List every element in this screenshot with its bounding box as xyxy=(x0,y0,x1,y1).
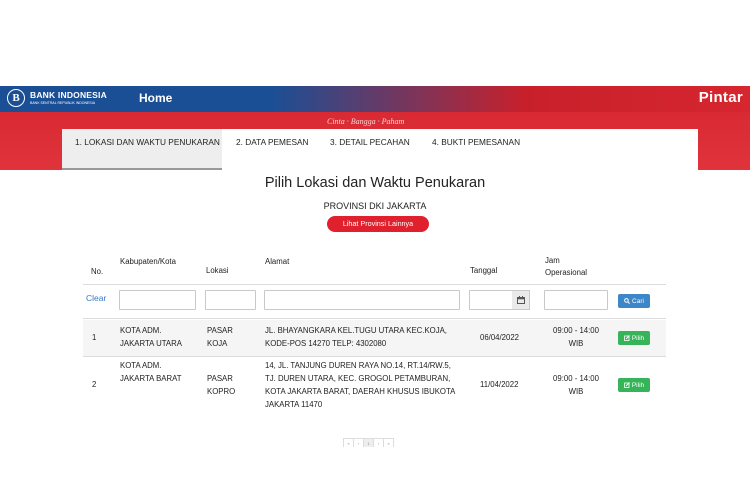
row-divider xyxy=(83,356,666,357)
row-tanggal: 11/04/2022 xyxy=(480,380,519,389)
search-button[interactable]: Cari xyxy=(618,294,650,308)
filter-alamat-input[interactable] xyxy=(264,290,460,310)
select-button-label: Pilih xyxy=(631,381,645,389)
page-last[interactable]: » xyxy=(383,438,394,447)
col-header-jam-line2: Operasional xyxy=(545,268,588,277)
header-banner: Cinta · Bangga · Paham 1. LOKASI DAN WAK… xyxy=(0,112,750,170)
app-brand[interactable]: Pintar xyxy=(699,89,743,106)
bank-name: BANK INDONESIA xyxy=(30,90,107,100)
row-no: 1 xyxy=(92,333,97,342)
tab-bukti-pemesanan[interactable]: 4. BUKTI PEMESANAN xyxy=(432,137,520,147)
top-navbar: B BANK INDONESIA BANK SENTRAL REPUBLIK I… xyxy=(0,86,750,112)
col-header-lokasi: Lokasi xyxy=(206,266,229,275)
filter-divider xyxy=(83,318,666,319)
col-header-kab-kota: Kabupaten/Kota xyxy=(120,257,176,266)
bank-indonesia-logo[interactable]: B BANK INDONESIA BANK SENTRAL REPUBLIK I… xyxy=(7,89,107,107)
pagination: « ‹ 1 › » xyxy=(343,438,394,447)
select-button[interactable]: Pilih xyxy=(618,331,650,345)
col-header-jam-line1: Jam xyxy=(545,256,560,265)
row-lokasi: PASAR KOPRO xyxy=(207,374,236,396)
col-header-tanggal: Tanggal xyxy=(470,266,498,275)
edit-icon xyxy=(623,335,630,341)
edit-icon xyxy=(623,382,630,388)
row-alamat: 14, JL. TANJUNG DUREN RAYA NO.14, RT.14/… xyxy=(265,361,456,409)
bank-emblem-icon: B xyxy=(7,89,25,107)
clear-filter-link[interactable]: Clear xyxy=(86,293,106,303)
province-label: PROVINSI DKI JAKARTA xyxy=(323,201,427,211)
filter-lokasi-input[interactable] xyxy=(205,290,256,310)
tab-data-pemesan[interactable]: 2. DATA PEMESAN xyxy=(236,137,309,147)
other-province-button[interactable]: Lihat Provinsi Lainnya xyxy=(327,216,429,232)
header-divider xyxy=(83,284,666,285)
tagline: Cinta · Bangga · Paham xyxy=(327,117,405,126)
row-kab-kota: KOTA ADM. JAKARTA UTARA xyxy=(120,326,182,348)
bank-subtitle: BANK SENTRAL REPUBLIK INDONESIA xyxy=(30,100,96,105)
row-jam: 09:00 - 14:00 WIB xyxy=(553,374,599,396)
calendar-icon xyxy=(516,296,525,304)
tab-lokasi-waktu[interactable]: 1. LOKASI DAN WAKTU PENUKARAN xyxy=(62,129,222,170)
row-jam: 09:00 - 14:00 WIB xyxy=(553,326,599,348)
row-kab-kota: KOTA ADM. JAKARTA BARAT xyxy=(120,361,182,383)
search-icon xyxy=(624,298,630,304)
select-button[interactable]: Pilih xyxy=(618,378,650,392)
col-header-no: No. xyxy=(91,267,104,276)
col-header-jam: Jam Operasional xyxy=(545,255,587,279)
row-lokasi: PASAR KOJA xyxy=(207,326,233,348)
col-header-alamat: Alamat xyxy=(265,257,290,266)
nav-home-link[interactable]: Home xyxy=(139,91,172,105)
row-alamat: JL. BHAYANGKARA KEL.TUGU UTARA KEC.KOJA,… xyxy=(265,326,447,348)
row-tanggal: 06/04/2022 xyxy=(480,333,520,342)
search-button-label: Cari xyxy=(632,297,644,305)
filter-kab-kota-input[interactable] xyxy=(119,290,196,310)
filter-tanggal-input[interactable] xyxy=(469,290,513,310)
select-button-label: Pilih xyxy=(631,334,645,342)
tab-detail-pecahan[interactable]: 3. DETAIL PECAHAN xyxy=(330,137,410,147)
page-title: Pilih Lokasi dan Waktu Penukaran xyxy=(264,175,486,191)
calendar-icon-button[interactable] xyxy=(512,290,530,310)
step-tabs: 1. LOKASI DAN WAKTU PENUKARAN 2. DATA PE… xyxy=(62,129,698,170)
row-no: 2 xyxy=(92,380,97,389)
filter-jam-input[interactable] xyxy=(544,290,608,310)
